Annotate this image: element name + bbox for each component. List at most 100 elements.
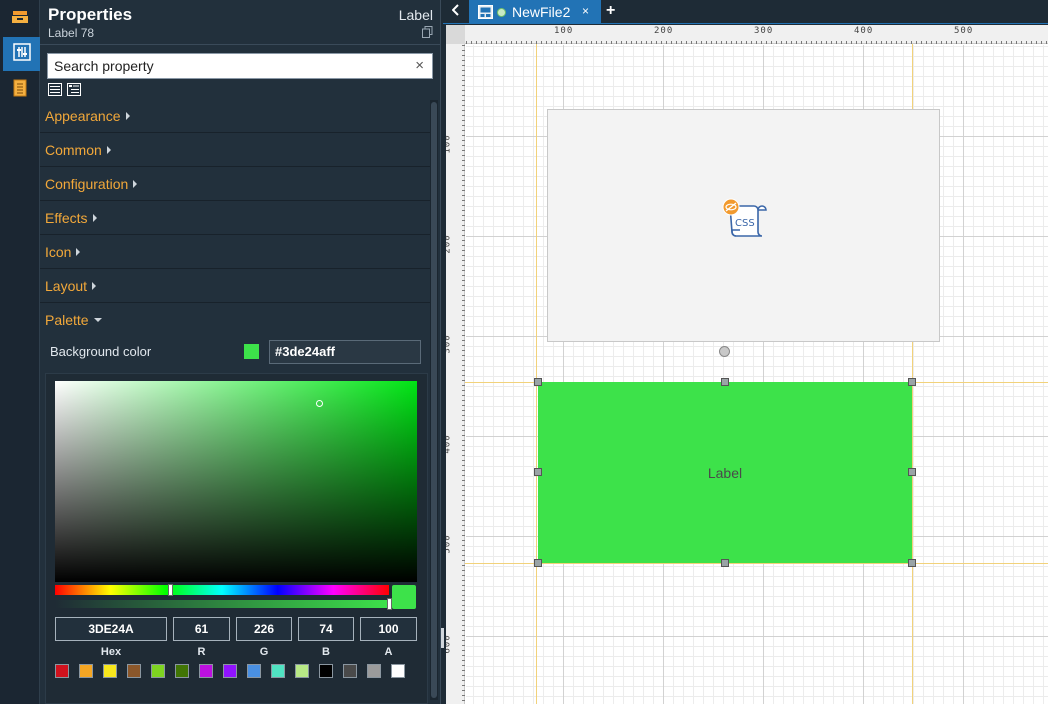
alpha-slider[interactable]	[55, 598, 392, 610]
ruler-label: 500	[954, 26, 974, 36]
copy-icon[interactable]	[422, 25, 433, 43]
color-swatch[interactable]	[223, 664, 237, 678]
chevron-left-icon	[451, 3, 460, 21]
background-color-swatch[interactable]	[244, 344, 259, 359]
section-common[interactable]: Common	[40, 134, 430, 167]
section-label: Effects	[45, 210, 88, 226]
scrollbar-thumb[interactable]	[431, 102, 437, 698]
section-appearance[interactable]: Appearance	[40, 100, 430, 133]
color-preview	[392, 585, 416, 609]
section-label: Palette	[45, 312, 89, 328]
resize-handle-sw[interactable]	[534, 559, 542, 567]
color-swatch[interactable]	[103, 664, 117, 678]
caret-down-icon	[93, 318, 102, 323]
resize-handle-nw[interactable]	[534, 378, 542, 386]
saturation-value-area[interactable]	[55, 381, 417, 582]
caret-right-icon	[106, 146, 111, 155]
add-tab-icon[interactable]: +	[606, 2, 615, 20]
css-widget[interactable]: CSS	[547, 109, 940, 342]
section-label: Configuration	[45, 176, 129, 192]
section-palette[interactable]: Palette	[40, 304, 430, 337]
search-input[interactable]	[48, 54, 398, 78]
section-label: Appearance	[45, 108, 121, 124]
resize-handle-s[interactable]	[721, 559, 729, 567]
color-swatch[interactable]	[247, 664, 261, 678]
color-swatch[interactable]	[151, 664, 165, 678]
ruler-label: 200	[446, 234, 453, 254]
ruler-corner	[446, 25, 465, 44]
document-icon	[13, 79, 27, 102]
selected-element-name: Label 78	[48, 26, 95, 40]
color-swatch[interactable]	[271, 664, 285, 678]
ruler-label: 100	[446, 134, 453, 154]
toolbox-rail-button[interactable]	[3, 2, 37, 36]
css-script-icon: CSS	[720, 198, 768, 247]
caret-right-icon	[92, 214, 97, 223]
color-swatch[interactable]	[367, 664, 381, 678]
resize-handle-e[interactable]	[908, 468, 916, 476]
resize-handle-se[interactable]	[908, 559, 916, 567]
ruler-label: 300	[446, 334, 453, 354]
list-view-icon[interactable]	[48, 83, 62, 97]
panel-title: Properties	[48, 5, 133, 24]
resize-handle-n[interactable]	[721, 378, 729, 386]
color-picker: 3DE24A 61 226 74 100 Hex R G B A	[45, 373, 428, 704]
alpha-field[interactable]: 100	[360, 617, 417, 641]
background-color-input[interactable]: #3de24aff	[269, 340, 421, 364]
search-box: ×	[47, 53, 433, 79]
background-color-row: Background color #3de24aff	[40, 338, 430, 366]
back-button[interactable]	[447, 4, 465, 20]
sv-cursor[interactable]	[316, 400, 324, 408]
document-rail-button[interactable]	[3, 73, 37, 107]
hue-slider-thumb[interactable]	[167, 584, 173, 596]
ruler-label: 400	[854, 26, 874, 36]
color-swatch[interactable]	[55, 664, 69, 678]
label-text: Label	[707, 465, 743, 481]
category-view-icon[interactable]	[67, 83, 81, 97]
color-swatch[interactable]	[175, 664, 189, 678]
color-swatch[interactable]	[343, 664, 357, 678]
design-canvas[interactable]: CSS Label 100 200 300 400 500 100 200 30…	[446, 25, 1048, 704]
properties-rail-button[interactable]	[3, 37, 40, 71]
search-clear-icon[interactable]: ×	[415, 57, 424, 75]
hue-slider[interactable]	[55, 584, 389, 596]
panel-scrollbar[interactable]	[430, 100, 438, 700]
ruler-label: 200	[654, 26, 674, 36]
toolbox-icon	[11, 9, 29, 30]
panel-resize-handle[interactable]	[441, 628, 444, 648]
section-effects[interactable]: Effects	[40, 202, 430, 235]
caret-right-icon	[76, 248, 81, 257]
blue-field[interactable]: 74	[298, 617, 354, 641]
section-label: Layout	[45, 278, 88, 294]
properties-icon	[12, 42, 31, 66]
red-field[interactable]: 61	[173, 617, 230, 641]
tab-label: NewFile2	[512, 4, 571, 20]
caret-right-icon	[92, 282, 97, 291]
resize-handle-w[interactable]	[534, 468, 542, 476]
section-layout[interactable]: Layout	[40, 270, 430, 303]
section-icon[interactable]: Icon	[40, 236, 430, 269]
caret-right-icon	[133, 180, 138, 189]
label-widget[interactable]: Label	[538, 382, 912, 563]
tab-newfile2[interactable]: NewFile2 ×	[469, 0, 601, 24]
ruler-label: 600	[446, 634, 453, 654]
resize-handle-ne[interactable]	[908, 378, 916, 386]
color-swatch[interactable]	[199, 664, 213, 678]
ruler-label: 500	[446, 534, 453, 554]
color-swatch[interactable]	[79, 664, 93, 678]
color-swatch[interactable]	[295, 664, 309, 678]
section-configuration[interactable]: Configuration	[40, 168, 430, 201]
red-label: R	[197, 646, 206, 658]
css-icon-text: CSS	[735, 218, 755, 229]
color-swatch[interactable]	[319, 664, 333, 678]
ruler-label: 400	[446, 434, 453, 454]
hex-field[interactable]: 3DE24A	[55, 617, 167, 641]
tab-close-icon[interactable]: ×	[582, 4, 589, 18]
rotation-handle[interactable]	[719, 346, 730, 357]
ruler-ticks-vertical	[462, 45, 465, 701]
color-swatch[interactable]	[391, 664, 405, 678]
ruler-label: 100	[554, 26, 574, 36]
properties-panel: Properties Label 78 Label × Appearance C…	[40, 0, 441, 704]
green-field[interactable]: 226	[236, 617, 292, 641]
color-swatch[interactable]	[127, 664, 141, 678]
